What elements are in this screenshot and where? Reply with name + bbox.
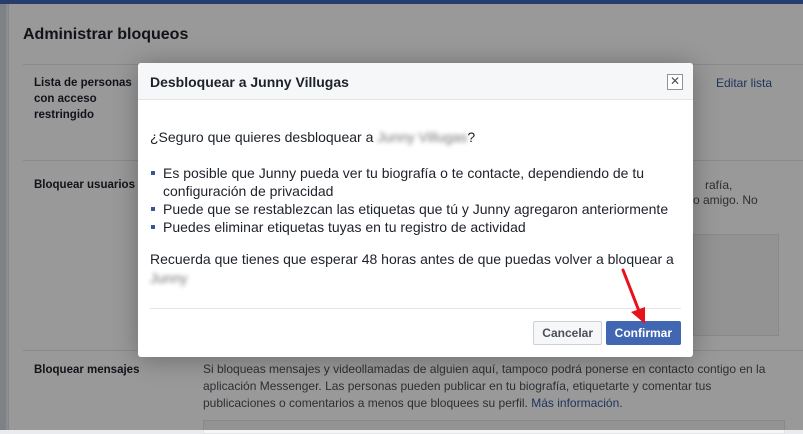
list-item: Puedes eliminar etiquetas tuyas en tu re…: [150, 218, 681, 236]
cancel-button[interactable]: Cancelar: [533, 321, 602, 345]
blurred-name: Junny: [150, 270, 188, 286]
arrow-shaft: [621, 268, 641, 313]
dialog-header: Desbloquear a Junny Villugas ✕: [138, 63, 693, 100]
dialog-footer: Cancelar Confirmar: [150, 308, 681, 357]
consequences-list: Es posible que Junny pueda ver tu biogra…: [150, 164, 681, 236]
close-icon[interactable]: ✕: [667, 74, 683, 90]
dialog-body: ¿Seguro que quieres desbloquear a Junny …: [138, 100, 693, 288]
question-mark: ?: [467, 129, 476, 145]
dialog-title: Desbloquear a Junny Villugas: [150, 74, 349, 90]
blurred-name: Junny Villugas: [377, 129, 468, 145]
question-text: ¿Seguro que quieres desbloquear a: [150, 129, 378, 145]
unblock-dialog: Desbloquear a Junny Villugas ✕ ¿Seguro q…: [138, 63, 693, 357]
arrow-head: [631, 307, 645, 324]
reminder-prefix: Recuerda que tienes que esperar 48 horas…: [150, 251, 674, 267]
list-item: Puede que se restablezcan las etiquetas …: [150, 200, 681, 218]
list-item: Es posible que Junny pueda ver tu biogra…: [150, 164, 681, 200]
reminder-text: Recuerda que tienes que esperar 48 horas…: [150, 250, 681, 288]
red-arrow-annotation: [621, 268, 645, 324]
unblock-question: ¿Seguro que quieres desbloquear a Junny …: [150, 128, 681, 146]
